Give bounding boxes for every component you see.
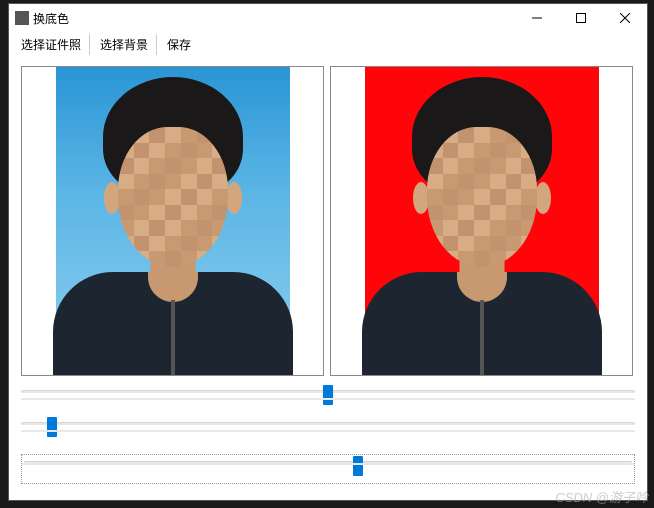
app-icon	[15, 11, 29, 25]
minimize-icon	[532, 13, 542, 23]
slider-3[interactable]	[21, 454, 635, 484]
maximize-icon	[576, 13, 586, 23]
menu-select-photo[interactable]: 选择证件照	[13, 34, 90, 55]
app-window: 换底色 选择证件照 选择背景 保存	[8, 3, 648, 501]
photo-row	[21, 66, 635, 376]
slider-3-thumb[interactable]	[353, 456, 363, 476]
window-controls	[515, 4, 647, 32]
slider-1[interactable]	[21, 390, 635, 406]
close-button[interactable]	[603, 4, 647, 32]
sliders-area	[21, 390, 635, 484]
result-photo	[365, 67, 599, 376]
titlebar: 换底色	[9, 4, 647, 32]
maximize-button[interactable]	[559, 4, 603, 32]
face-pixelation	[427, 127, 537, 267]
content-area	[9, 56, 647, 492]
menubar: 选择证件照 选择背景 保存	[9, 32, 647, 56]
person-figure	[365, 67, 599, 376]
slider-2[interactable]	[21, 422, 635, 438]
slider-1-thumb[interactable]	[323, 385, 333, 405]
menu-select-background[interactable]: 选择背景	[92, 34, 157, 55]
menu-save[interactable]: 保存	[159, 34, 199, 55]
face-pixelation	[118, 127, 228, 267]
minimize-button[interactable]	[515, 4, 559, 32]
slider-2-thumb[interactable]	[47, 417, 57, 437]
person-figure	[56, 67, 290, 376]
close-icon	[620, 13, 630, 23]
source-photo	[56, 67, 290, 376]
window-title: 换底色	[33, 10, 515, 27]
source-photo-frame	[21, 66, 324, 376]
result-photo-frame	[330, 66, 633, 376]
